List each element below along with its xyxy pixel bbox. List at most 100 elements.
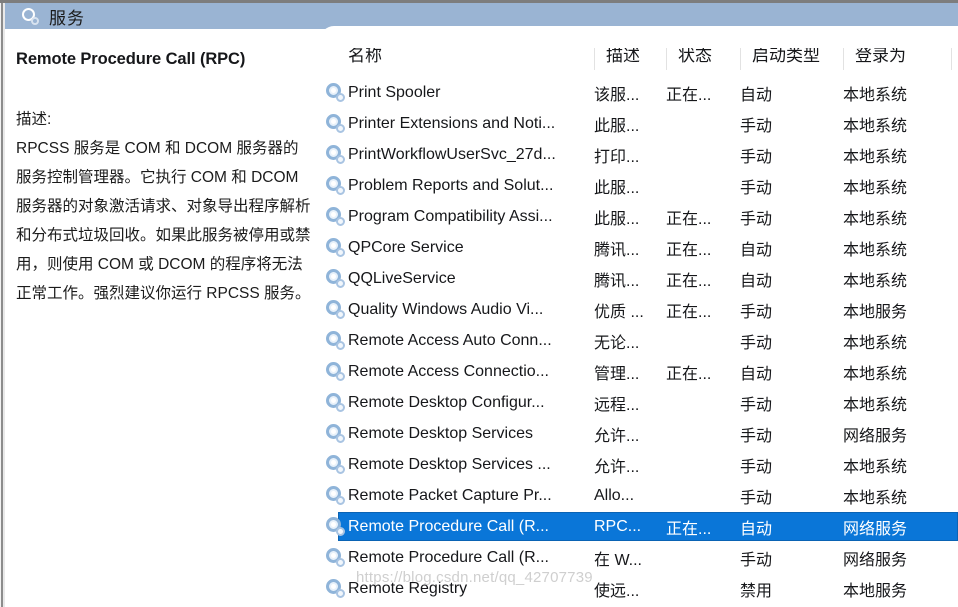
cell-startup-type: 手动 bbox=[740, 458, 773, 476]
cell-startup-type: 自动 bbox=[740, 272, 773, 290]
cell-status bbox=[666, 542, 734, 573]
cell-log-on-as: 本地系统 bbox=[843, 210, 908, 228]
cell-service-name: Remote Access Auto Conn... bbox=[348, 331, 552, 349]
cell-description: 此服... bbox=[594, 210, 640, 228]
cell-description: Allo... bbox=[594, 486, 635, 504]
service-gear-icon bbox=[326, 486, 345, 505]
cell-service-name: Remote Desktop Services ... bbox=[348, 455, 551, 473]
cell-log-on-as: 本地系统 bbox=[843, 241, 908, 259]
service-gear-icon bbox=[326, 424, 345, 443]
cell-status: 正在... bbox=[666, 303, 712, 321]
cell-log-on-as: 本地系统 bbox=[843, 365, 908, 383]
cell-startup-type: 手动 bbox=[740, 210, 773, 228]
cell-status bbox=[666, 387, 734, 418]
table-row[interactable]: Print Spooler 该服... 正在... 自动 本地系统 bbox=[320, 77, 958, 108]
cell-status bbox=[666, 418, 734, 449]
cell-service-name: Remote Desktop Configur... bbox=[348, 393, 545, 411]
cell-description: 使远... bbox=[594, 582, 640, 600]
cell-description: 允许... bbox=[594, 427, 640, 445]
table-row[interactable]: Remote Procedure Call (R... RPC... 正在... 自动… bbox=[320, 511, 958, 542]
cell-startup-type: 禁用 bbox=[740, 582, 773, 600]
service-gear-icon bbox=[326, 362, 345, 381]
service-gear-icon bbox=[326, 455, 345, 474]
table-row[interactable]: Program Compatibility Assi... 此服... 正在... 手… bbox=[320, 201, 958, 232]
cell-log-on-as: 本地系统 bbox=[843, 86, 908, 104]
table-row[interactable]: Remote Registry 使远... 禁用 本地服务 bbox=[320, 573, 958, 604]
table-row[interactable]: QPCore Service 腾讯... 正在... 自动 本地系统 bbox=[320, 232, 958, 263]
cell-log-on-as: 本地系统 bbox=[843, 179, 908, 197]
service-gear-icon bbox=[326, 176, 345, 195]
description-text: RPCSS 服务是 COM 和 DCOM 服务器的服务控制管理器。它执行 COM… bbox=[16, 140, 311, 302]
window-titlebar: 服务 bbox=[0, 0, 958, 29]
cell-description: 允许... bbox=[594, 458, 640, 476]
service-gear-icon bbox=[326, 207, 345, 226]
cell-status: 正在... bbox=[666, 86, 712, 104]
table-row[interactable]: QQLiveService 腾讯... 正在... 自动 本地系统 bbox=[320, 263, 958, 294]
table-row[interactable]: PrintWorkflowUserSvc_27d... 打印... 手动 本地系统 bbox=[320, 139, 958, 170]
service-gear-icon bbox=[326, 114, 345, 133]
cell-service-name: Quality Windows Audio Vi... bbox=[348, 300, 544, 318]
table-row[interactable]: Remote Access Auto Conn... 无论... 手动 本地系统 bbox=[320, 325, 958, 356]
cell-description: 管理... bbox=[594, 365, 640, 383]
cell-status bbox=[666, 480, 734, 511]
cell-description: RPC... bbox=[594, 517, 642, 535]
service-gear-icon bbox=[326, 269, 345, 288]
table-row[interactable]: Problem Reports and Solut... 此服... 手动 本地系统 bbox=[320, 170, 958, 201]
cell-log-on-as: 网络服务 bbox=[843, 427, 908, 445]
cell-log-on-as: 本地系统 bbox=[843, 272, 908, 290]
cell-startup-type: 手动 bbox=[740, 148, 773, 166]
cell-description: 无论... bbox=[594, 334, 640, 352]
table-row[interactable]: Printer Extensions and Noti... 此服... 手动 本地系… bbox=[320, 108, 958, 139]
cell-status bbox=[666, 139, 734, 170]
cell-service-name: PrintWorkflowUserSvc_27d... bbox=[348, 145, 556, 163]
cell-startup-type: 手动 bbox=[740, 489, 773, 507]
service-gear-icon bbox=[326, 579, 345, 598]
cell-log-on-as: 本地系统 bbox=[843, 117, 908, 135]
service-gear-icon bbox=[326, 145, 345, 164]
service-detail-pane: Remote Procedure Call (RPC) 描述: RPCSS 服务… bbox=[5, 29, 320, 607]
cell-status bbox=[666, 449, 734, 480]
cell-service-name: Remote Desktop Services bbox=[348, 424, 533, 442]
service-gear-icon bbox=[326, 300, 345, 319]
window-left-border bbox=[0, 3, 5, 607]
table-row[interactable]: Quality Windows Audio Vi... 优质 ... 正在... 手动… bbox=[320, 294, 958, 325]
cell-description: 腾讯... bbox=[594, 272, 640, 290]
cell-description: 优质 ... bbox=[594, 303, 644, 321]
table-row[interactable]: Remote Desktop Configur... 远程... 手动 本地系统 bbox=[320, 387, 958, 418]
service-gear-icon bbox=[326, 393, 345, 412]
cell-startup-type: 手动 bbox=[740, 303, 773, 321]
table-row[interactable]: Remote Procedure Call (R... 在 W... 手动 网络服务 bbox=[320, 542, 958, 573]
table-row[interactable]: Remote Packet Capture Pr... Allo... 手动 本地系统 bbox=[320, 480, 958, 511]
cell-service-name: Printer Extensions and Noti... bbox=[348, 114, 556, 132]
cell-status: 正在... bbox=[666, 272, 712, 290]
cell-description: 此服... bbox=[594, 179, 640, 197]
services-manager-window: 服务 Remote Procedure Call (RPC) 描述: RPCSS… bbox=[0, 0, 958, 607]
cell-description: 打印... bbox=[594, 148, 640, 166]
service-gear-icon bbox=[326, 517, 345, 536]
cell-service-name: Remote Procedure Call (R... bbox=[348, 517, 549, 535]
cell-service-name: Remote Packet Capture Pr... bbox=[348, 486, 552, 504]
cell-log-on-as: 本地系统 bbox=[843, 396, 908, 414]
cell-log-on-as: 本地系统 bbox=[843, 489, 908, 507]
table-row[interactable]: Remote Desktop Services 允许... 手动 网络服务 bbox=[320, 418, 958, 449]
cell-status: 正在... bbox=[666, 210, 712, 228]
cell-service-name: Remote Registry bbox=[348, 579, 468, 597]
cell-service-name: QPCore Service bbox=[348, 238, 464, 256]
cell-description: 在 W... bbox=[594, 551, 643, 569]
window-title: 服务 bbox=[49, 8, 85, 28]
table-row[interactable]: Remote Desktop Services ... 允许... 手动 本地系统 bbox=[320, 449, 958, 480]
table-row[interactable]: Remote Access Connectio... 管理... 正在... 自动 本地… bbox=[320, 356, 958, 387]
cell-status bbox=[666, 108, 734, 139]
service-gear-icon bbox=[326, 83, 345, 102]
services-gear-icon bbox=[21, 7, 39, 25]
cell-startup-type: 手动 bbox=[740, 334, 773, 352]
cell-service-name: Problem Reports and Solut... bbox=[348, 176, 554, 194]
cell-service-name: Program Compatibility Assi... bbox=[348, 207, 553, 225]
cell-service-name: Remote Procedure Call (R... bbox=[348, 548, 549, 566]
cell-description: 远程... bbox=[594, 396, 640, 414]
cell-log-on-as: 本地服务 bbox=[843, 582, 908, 600]
cell-startup-type: 自动 bbox=[740, 365, 773, 383]
cell-description: 此服... bbox=[594, 117, 640, 135]
cell-log-on-as: 本地系统 bbox=[843, 458, 908, 476]
services-list-pane: 名称 ⌃ 描述 状态 启动类型 登录为 Print Spooler该服...正在… bbox=[320, 29, 958, 607]
